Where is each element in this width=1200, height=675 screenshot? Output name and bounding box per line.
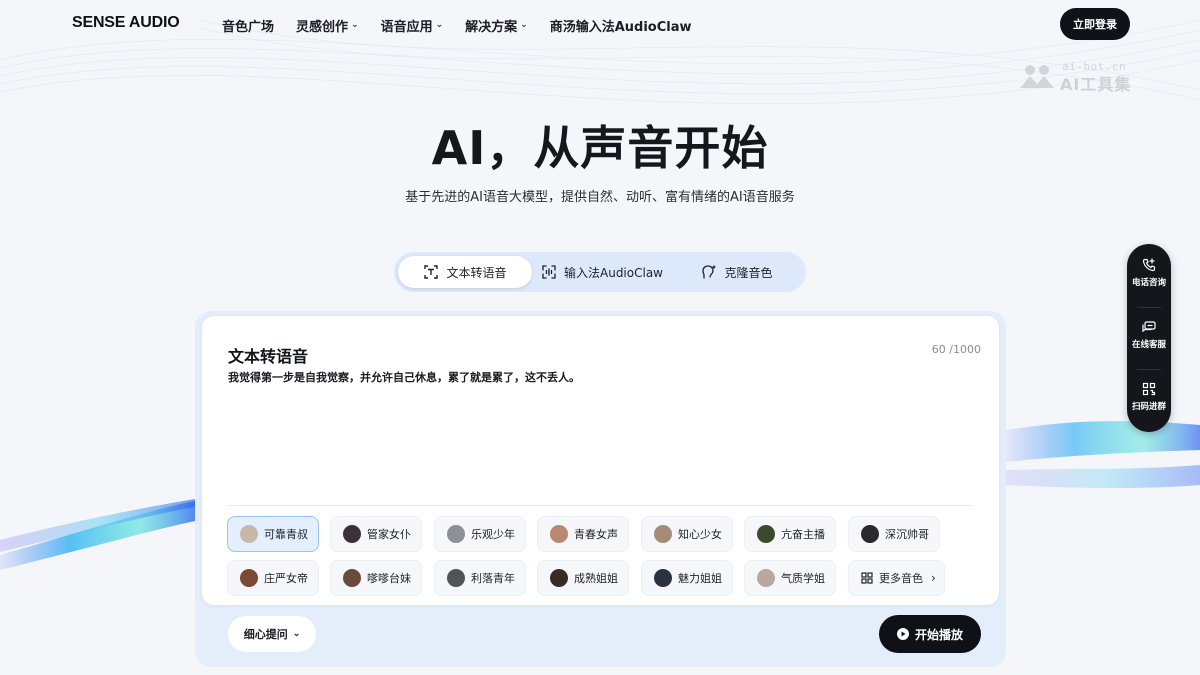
voice-option[interactable]: 管家女仆 <box>330 516 422 552</box>
menu-item-voice-plaza[interactable]: 音色广场 <box>222 16 274 35</box>
avatar <box>550 525 568 543</box>
divider <box>1137 369 1161 370</box>
text-t-icon <box>424 265 439 279</box>
voice-option[interactable]: 嗲嗲台妹 <box>330 560 422 596</box>
brand-logo[interactable]: SENSE AUDIO <box>72 14 180 32</box>
tab-voice-clone[interactable]: 克隆音色 <box>672 256 802 288</box>
tab-audioclaw[interactable]: 输入法AudioClaw <box>536 256 668 288</box>
text-input[interactable]: 我觉得第一步是自我觉察，并允许自己休息，累了就是累了，这不丢人。 <box>228 369 580 385</box>
chevron-down-icon: ⌄ <box>351 19 359 30</box>
voice-option[interactable]: 深沉帅哥 <box>848 516 940 552</box>
tts-editor-card: 文本转语音 60 /1000 我觉得第一步是自我觉察，并允许自己休息，累了就是累… <box>202 316 999 605</box>
hero-title: AI，从声音开始 <box>431 121 769 175</box>
play-icon <box>896 628 909 640</box>
grid-icon <box>861 572 873 584</box>
top-navigation: SENSE AUDIO 音色广场 灵感创作 ⌄ 语音应用 ⌄ 解决方案 ⌄ 商汤输入法… <box>0 0 1200 48</box>
hero-subtitle: 基于先进的AI语音大模型，提供自然、动听、富有情绪的AI语音服务 <box>405 190 795 205</box>
avatar <box>240 525 258 543</box>
start-playback-button[interactable]: 开始播放 <box>879 615 981 653</box>
avatar <box>861 525 879 543</box>
avatar <box>757 525 775 543</box>
voice-option[interactable]: 利落青年 <box>434 560 526 596</box>
more-voices-button[interactable]: 更多音色 › <box>848 560 945 596</box>
login-button[interactable]: 立即登录 <box>1060 8 1130 40</box>
phone-icon <box>1142 258 1156 272</box>
main-menu: 音色广场 灵感创作 ⌄ 语音应用 ⌄ 解决方案 ⌄ 商汤输入法AudioClaw <box>222 16 692 36</box>
side-item-phone[interactable]: 电话咨询 <box>1127 258 1171 288</box>
feature-tabs: 文本转语音 输入法AudioClaw 克隆音色 <box>394 252 806 292</box>
avatar <box>343 525 361 543</box>
chat-icon <box>1142 321 1156 333</box>
chevron-down-icon: ⌄ <box>292 627 301 638</box>
tips-dropdown-button[interactable]: 细心提问 ⌄ <box>228 616 316 652</box>
avatar <box>447 525 465 543</box>
avatar <box>240 569 258 587</box>
voice-option[interactable]: 气质学姐 <box>744 560 836 596</box>
menu-item-audioclaw[interactable]: 商汤输入法AudioClaw <box>550 16 692 35</box>
tab-text-to-speech[interactable]: 文本转语音 <box>398 256 532 288</box>
voice-option[interactable]: 庄严女帝 <box>227 560 319 596</box>
avatar <box>654 569 672 587</box>
chevron-down-icon: ⌄ <box>520 19 528 30</box>
side-item-qr[interactable]: 扫码进群 <box>1127 382 1171 412</box>
avatar <box>654 525 672 543</box>
divider <box>228 505 973 506</box>
chevron-right-icon: › <box>931 571 936 585</box>
avatar <box>757 569 775 587</box>
chevron-down-icon: ⌄ <box>435 19 444 30</box>
voice-option[interactable]: 亢奋主播 <box>744 516 836 552</box>
editor-title: 文本转语音 <box>228 347 309 366</box>
voice-option[interactable]: 成熟姐姐 <box>537 560 629 596</box>
menu-item-solutions[interactable]: 解决方案 ⌄ <box>465 16 528 36</box>
voice-clone-icon <box>702 265 717 279</box>
voice-option[interactable]: 青春女声 <box>537 516 629 552</box>
waveform-icon <box>542 265 556 279</box>
side-item-chat[interactable]: 在线客服 <box>1127 320 1171 350</box>
side-contact-panel: 电话咨询 在线客服 扫码进群 <box>1127 244 1171 432</box>
menu-item-creation[interactable]: 灵感创作 ⌄ <box>296 16 359 36</box>
voice-option[interactable]: 魅力姐姐 <box>641 560 733 596</box>
avatar <box>343 569 361 587</box>
voice-option[interactable]: 知心少女 <box>641 516 733 552</box>
avatar <box>447 569 465 587</box>
voice-option[interactable]: 可靠青叔 <box>227 516 319 552</box>
qr-code-icon <box>1142 382 1156 396</box>
character-count: 60 /1000 <box>931 343 981 356</box>
watermark: ai-bot.cn AI工具集 <box>1018 60 1142 94</box>
menu-item-voice-apps[interactable]: 语音应用 ⌄ <box>381 16 444 36</box>
avatar <box>550 569 568 587</box>
voice-option[interactable]: 乐观少年 <box>434 516 526 552</box>
watermark-logo-icon <box>1020 65 1054 88</box>
divider <box>1137 307 1161 308</box>
